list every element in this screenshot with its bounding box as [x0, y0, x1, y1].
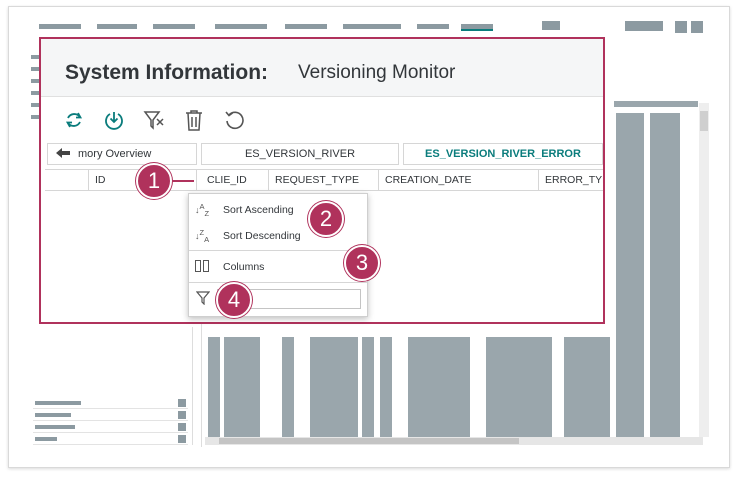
column-header-request-type[interactable]: REQUEST_TYPE: [269, 170, 379, 190]
callout-badge-1: 1: [136, 163, 172, 199]
bg-column-block: [564, 337, 610, 437]
callout-badge-2: 2: [308, 201, 344, 237]
dialog-title: System Information:: [65, 61, 269, 84]
bg-left-row: [33, 409, 188, 421]
bg-column-block: [282, 337, 294, 437]
bg-toolbar-square: [675, 21, 687, 33]
column-header-empty[interactable]: [45, 170, 89, 190]
bg-menu-placeholder: [285, 24, 327, 29]
refresh-icon[interactable]: [61, 107, 87, 133]
bg-menu-placeholder: [461, 24, 493, 31]
column-label: REQUEST_TYPE: [275, 174, 360, 186]
arrow-left-icon[interactable]: [56, 147, 70, 161]
column-header-creation-date[interactable]: CREATION_DATE: [379, 170, 539, 190]
bg-left-row: [33, 433, 188, 445]
bg-menu-placeholder: [39, 24, 81, 29]
column-header-error-type[interactable]: ERROR_TYPE: [539, 170, 603, 190]
bg-menu-placeholder: [343, 24, 401, 29]
bg-left-panel: [31, 327, 193, 445]
callout-badge-3: 3: [344, 245, 380, 281]
bg-column-block: [224, 337, 260, 437]
sort-descending-icon: ↓ZA: [195, 228, 210, 244]
bg-column-block: [208, 337, 220, 437]
bg-menu-placeholder: [153, 24, 195, 29]
bg-column-block: [408, 337, 470, 437]
bg-left-row: [33, 421, 188, 433]
column-label: CREATION_DATE: [385, 174, 472, 186]
bg-column-block: [650, 113, 680, 437]
bg-column-block: [486, 337, 552, 437]
table-tabs: mory Overview ES_VERSION_RIVER ES_VERSIO…: [41, 143, 603, 167]
bg-menu-placeholder: [97, 24, 137, 29]
sort-ascending-icon: ↓AZ: [195, 202, 210, 218]
bg-scroll-vthumb[interactable]: [700, 111, 708, 131]
dialog-toolbar: [41, 101, 603, 139]
download-icon[interactable]: [101, 107, 127, 133]
undo-icon[interactable]: [221, 107, 247, 133]
tab-label: ES_VERSION_RIVER: [244, 148, 356, 160]
bg-column-block: [310, 337, 358, 437]
bg-column-block: [362, 337, 374, 437]
bg-toolbar-square: [542, 21, 560, 30]
clear-filter-icon[interactable]: [141, 107, 167, 133]
column-label: ID: [95, 174, 106, 186]
bg-column-block: [380, 337, 392, 437]
bg-left-row: [33, 397, 188, 409]
tab-es-version-river-error[interactable]: ES_VERSION_RIVER_ERROR: [403, 143, 603, 165]
bg-menu-placeholder: [417, 24, 449, 29]
bg-header-strip: [614, 101, 698, 107]
tab-label: mory Overview: [78, 148, 152, 160]
bg-vertical-scrollbar[interactable]: [699, 103, 709, 437]
versioning-monitor-dialog: System Information: Versioning Monitor m…: [39, 37, 605, 324]
delete-icon[interactable]: [181, 107, 207, 133]
bg-scroll-thumb[interactable]: [219, 438, 519, 444]
column-label: ERROR_TYPE: [545, 174, 603, 186]
bg-column-block: [616, 113, 644, 437]
menu-item-label: Sort Ascending: [223, 204, 294, 216]
menu-item-label: Columns: [223, 261, 265, 273]
column-label: CLIE_ID: [207, 174, 247, 186]
column-header-clie-id[interactable]: CLIE_ID: [201, 170, 269, 190]
callout-leader-line: [172, 180, 194, 182]
tab-es-version-river[interactable]: ES_VERSION_RIVER: [201, 143, 399, 165]
bg-menu-placeholder: [215, 24, 267, 29]
screenshot-stage: System Information: Versioning Monitor m…: [0, 0, 742, 479]
bg-toolbar-square: [625, 21, 663, 31]
callout-badge-4: 4: [216, 282, 252, 318]
tab-label: ES_VERSION_RIVER_ERROR: [425, 148, 581, 160]
menu-separator: [189, 282, 367, 283]
table-column-header: ID CLIE_ID REQUEST_TYPE CREATION_DATE ER…: [45, 169, 603, 191]
menu-item-label: Sort Descending: [223, 230, 301, 242]
bg-horizontal-scrollbar[interactable]: [205, 437, 703, 445]
columns-icon: [195, 260, 215, 274]
menu-item-columns[interactable]: Columns: [189, 254, 367, 280]
bg-toolbar-square: [691, 21, 703, 33]
filter-icon: [195, 291, 211, 310]
dialog-subtitle: Versioning Monitor: [298, 62, 456, 83]
menu-separator: [189, 250, 367, 251]
dialog-header: System Information: Versioning Monitor: [41, 39, 603, 97]
tab-memory-overview[interactable]: mory Overview: [47, 143, 197, 165]
